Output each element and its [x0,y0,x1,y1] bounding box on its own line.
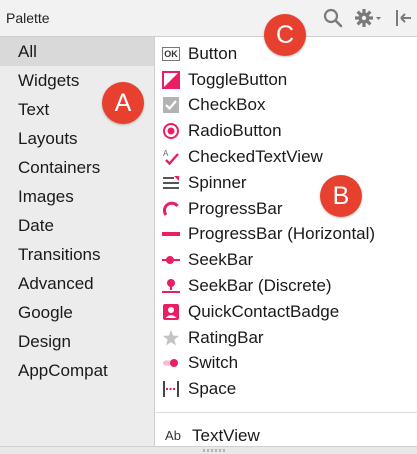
quick-contact-badge-icon [162,303,180,321]
category-date[interactable]: Date [0,211,154,240]
seekbar-icon [162,251,180,269]
ok-button-icon: OK [162,45,180,63]
gear-icon[interactable] [355,8,383,28]
rating-bar-icon [162,329,180,347]
palette-header: Palette [0,0,417,37]
widget-label: Switch [188,353,239,373]
widget-checkbox[interactable]: CheckBox [156,93,417,119]
category-advanced[interactable]: Advanced [0,269,154,298]
widget-textview[interactable]: Ab TextView [156,423,260,449]
space-icon [162,380,180,398]
widget-label: CheckBox [188,95,266,115]
spinner-icon [162,174,180,192]
radio-button-icon [162,122,180,140]
palette-title: Palette [6,10,50,26]
callout-badge-a: A [102,82,144,124]
search-icon[interactable] [322,8,344,28]
resize-bar[interactable] [0,446,417,454]
widget-seekbar[interactable]: SeekBar [156,247,417,273]
widget-switch[interactable]: Switch [156,351,417,377]
widget-togglebutton[interactable]: ToggleButton [156,67,417,93]
widget-progressbar[interactable]: ProgressBar [156,196,417,222]
widget-list: OK Button ToggleButton CheckBox RadioBut… [156,37,417,454]
callout-badge-b: B [320,175,362,217]
seekbar-discrete-icon [162,277,180,295]
category-appcompat[interactable]: AppCompat [0,356,154,385]
widget-label: CheckedTextView [188,147,323,167]
widget-label: Space [188,379,237,399]
widget-label: TextView [192,425,260,445]
widget-label: ProgressBar (Horizontal) [188,224,376,244]
widget-label: QuickContactBadge [188,301,340,321]
textview-icon: Ab [162,427,184,445]
toggle-button-icon [162,70,180,89]
category-layouts[interactable]: Layouts [0,124,154,153]
widget-label: RadioButton [188,121,282,141]
category-images[interactable]: Images [0,182,154,211]
widget-label: SeekBar (Discrete) [188,276,332,296]
callout-badge-c: C [264,14,306,56]
widget-spinner[interactable]: Spinner [156,170,417,196]
widget-quickcontactbadge[interactable]: QuickContactBadge [156,299,417,325]
widget-radiobutton[interactable]: RadioButton [156,118,417,144]
textview-icon-text: Ab [165,428,181,444]
widget-label: Spinner [188,172,247,192]
ok-icon-text: OK [162,46,180,61]
category-transitions[interactable]: Transitions [0,240,154,269]
widget-checkedtextview[interactable]: A CheckedTextView [156,144,417,170]
section-divider [156,412,417,413]
svg-text:A: A [163,149,169,158]
category-google[interactable]: Google [0,298,154,327]
widget-label: Button [188,43,238,63]
progress-bar-horizontal-icon [162,225,180,243]
widget-label: RatingBar [188,327,264,347]
checkbox-icon [162,96,180,114]
category-design[interactable]: Design [0,327,154,356]
checked-text-view-icon: A [162,148,180,166]
category-containers[interactable]: Containers [0,153,154,182]
resize-handle-icon[interactable] [203,449,225,452]
widget-progressbar-horizontal[interactable]: ProgressBar (Horizontal) [156,222,417,248]
widget-space[interactable]: Space [156,376,417,402]
widget-label: SeekBar [188,250,254,270]
progress-bar-icon [162,200,180,218]
widget-label: ProgressBar [188,198,283,218]
widget-ratingbar[interactable]: RatingBar [156,325,417,351]
widget-seekbar-discrete[interactable]: SeekBar (Discrete) [156,273,417,299]
category-all[interactable]: All [0,37,154,66]
collapse-panel-icon[interactable] [394,8,414,28]
switch-icon [162,354,180,372]
widget-label: ToggleButton [188,69,288,89]
